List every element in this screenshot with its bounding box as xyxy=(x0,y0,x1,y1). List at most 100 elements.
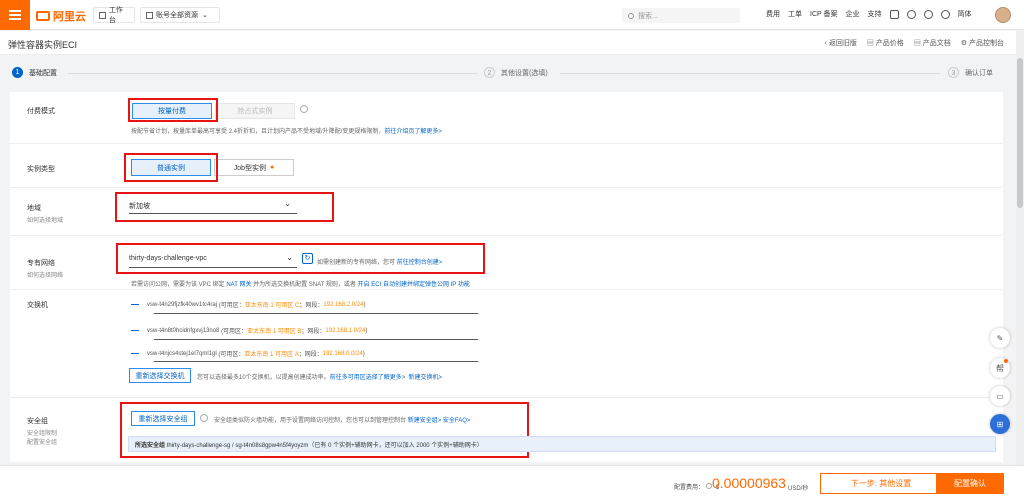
workbench-button[interactable]: 工作台 xyxy=(93,7,135,24)
product-docs-label: 产品文档 xyxy=(922,40,951,47)
back-old-version-link[interactable]: ‹ 返回旧版 xyxy=(825,38,857,48)
nat-gateway-link[interactable]: NAT 网关 xyxy=(226,282,251,288)
step-1-label: 基础配置 xyxy=(29,69,57,77)
region-help-link[interactable]: 如何选择地域 xyxy=(27,215,63,224)
new-vswitch-link[interactable]: 新建交换机> xyxy=(409,375,443,381)
reselect-vswitch-button[interactable]: 重新选择交换机 xyxy=(129,368,191,383)
security-group-label: 安全组 xyxy=(27,418,48,425)
vswitch-close-paren: ) xyxy=(362,350,365,357)
vswitch-zone-prefix: (可用区： xyxy=(221,329,248,335)
vpc-help-link[interactable]: 如何选择网络 xyxy=(27,270,63,279)
job-instance-button[interactable]: Job型实例 ● xyxy=(214,159,294,176)
top-nav-links: 费用 工单 ICP 备案 企业 支持 简体 xyxy=(766,9,972,19)
product-docs-link[interactable]: ▤ 产品文档 xyxy=(914,38,951,48)
price-unit: USD/秒 xyxy=(788,486,809,492)
step-2: 2 其他设置(选填) xyxy=(484,67,548,78)
search-icon xyxy=(628,12,634,19)
header-actions: ‹ 返回旧版 ▤ 产品价格 ▤ 产品文档 ⚙ 产品控制台 xyxy=(825,38,1004,48)
product-price-link[interactable]: ▤ 产品价格 xyxy=(867,38,904,48)
bulb-icon[interactable] xyxy=(923,9,933,19)
language-switch[interactable]: 简体 xyxy=(958,9,972,19)
bell-icon[interactable] xyxy=(906,9,916,19)
billing-note: 按配节省计划，按量库单最高可享受 2.4折折扣，且计划内产品不受地域/升降配/变… xyxy=(131,126,442,135)
account-selector[interactable]: 账号全部资源 ⌄ xyxy=(140,7,220,23)
vswitch-id: vsw-t4njcs4stej1el7qml1gl xyxy=(147,350,217,357)
vswitch-id: vsw-t4n8t0hcidnfgxvj13no8 xyxy=(147,327,220,334)
selected-sg-label: 所选安全组 xyxy=(135,442,166,449)
nav-link-enterprise[interactable]: 企业 xyxy=(846,9,860,19)
remove-icon[interactable] xyxy=(131,353,139,354)
avatar[interactable] xyxy=(995,7,1011,23)
nav-link-support[interactable]: 支持 xyxy=(868,9,882,19)
instance-type-section: 实例类型 普通实例 Job型实例 ● xyxy=(10,144,1003,188)
list-item[interactable]: vsw-t4n29fjzfk40wv1tc4raj (可用区： 亚太东南 1 可用… xyxy=(131,300,365,309)
vswitch-hint: 您可以选择最多10个交换机，以提高创建成功率。前往多可用区选择了解更多> 新建交… xyxy=(197,372,442,381)
vswitch-zone: 亚太东南 1 可用区 B xyxy=(247,329,302,335)
highlight-box xyxy=(124,153,218,182)
selected-sg-value: thirty-days-challenge-sg / sg-t4n08s8gpw… xyxy=(166,442,483,449)
selected-security-group: 所选安全组 thirty-days-challenge-sg / sg-t4n0… xyxy=(128,436,996,452)
page-title: 弹性容器实例ECI xyxy=(8,40,78,50)
vswitch-label: 交换机 xyxy=(27,302,48,309)
step-divider xyxy=(68,73,478,74)
vswitch-zone: 亚太东南 1 可用区 A xyxy=(244,352,299,358)
vswitch-hint-text: 您可以选择最多10个交换机，以提高创建成功率。 xyxy=(197,375,330,381)
back-old-version-label: 返回旧版 xyxy=(828,40,857,47)
list-item[interactable]: vsw-t4njcs4stej1el7qml1gl (可用区： 亚太东南 1 可用… xyxy=(131,349,365,358)
highlight-box xyxy=(116,243,485,274)
job-instance-label: Job型实例 xyxy=(233,164,267,172)
step-3-label: 确认订单 xyxy=(965,69,993,77)
step-divider xyxy=(560,73,940,74)
product-console-link[interactable]: ⚙ 产品控制台 xyxy=(961,38,1004,48)
menu-icon[interactable] xyxy=(0,0,30,30)
sg-config-link[interactable]: 配置安全组 xyxy=(27,437,57,446)
price-label-text: 配置费用： xyxy=(674,485,705,491)
nav-link-fees[interactable]: 费用 xyxy=(766,9,780,19)
search-input[interactable]: 搜索... xyxy=(622,8,740,23)
vpc-note: 若需访问公网，需要为该 VPC 绑定 NAT 网关 并为所选交换机配置 SNAT… xyxy=(131,279,470,288)
vpc-note-text: 若需访问公网，需要为该 VPC 绑定 xyxy=(131,282,225,288)
confirm-button[interactable]: 配置确认 xyxy=(936,473,1004,494)
order-footer: 配置费用： $ 0.00000963 USD/秒 下一步: 其他设置 配置确认 xyxy=(0,465,1024,501)
preemptible-button[interactable]: 抢占式实例 xyxy=(215,103,295,119)
next-step-button[interactable]: 下一步: 其他设置 xyxy=(820,473,942,494)
nav-link-icp[interactable]: ICP 备案 xyxy=(810,9,838,19)
chevron-down-icon: ⌄ xyxy=(202,12,208,19)
vswitch-net-prefix: ；网段： xyxy=(299,303,324,309)
vpc-section: 专有网络 如何选择网络 thirty-days-challenge-vpc ⌄ ↻… xyxy=(10,236,1003,290)
remove-icon[interactable] xyxy=(131,304,139,305)
vpc-note-text: 并为所选交换机配置 SNAT 规则，或者 xyxy=(253,282,356,288)
step-2-number: 2 xyxy=(484,67,495,78)
help-float-icon[interactable]: 帮 xyxy=(990,358,1010,378)
vswitch-zone-prefix: (可用区： xyxy=(218,352,245,358)
vswitch-cidr: 192.168.1.0/24 xyxy=(325,327,366,334)
vpc-label: 专有网络 xyxy=(27,260,55,267)
workbench-label: 工作台 xyxy=(108,7,123,24)
list-item[interactable]: vsw-t4n8t0hcidnfgxvj13no8 (可用区： 亚太东南 1 可用… xyxy=(131,326,367,335)
product-price-label: 产品价格 xyxy=(875,40,904,47)
billing-section: 付费模式 按量付费 抢占式实例 按配节省计划，按量库单最高可享受 2.4折折扣，… xyxy=(10,92,1003,144)
security-group-section: 安全组 安全组限制 配置安全组 重新选择安全组 安全组类似防火墙功能，用于设置网… xyxy=(10,398,1003,462)
step-indicator: 1 基础配置 2 其他设置(选填) 3 确认订单 xyxy=(0,63,1024,83)
eip-link[interactable]: 开启 ECI 自动创建并绑定弹性公网 IP 功能 xyxy=(358,282,470,288)
screen-icon[interactable] xyxy=(889,9,899,19)
step-3-number: 3 xyxy=(948,67,959,78)
aliyun-logo[interactable]: 阿里云 xyxy=(36,8,86,24)
step-2-label: 其他设置(选填) xyxy=(501,69,548,77)
help-icon[interactable] xyxy=(940,9,950,19)
edit-float-icon[interactable]: 编辑✎ xyxy=(990,328,1010,348)
apps-float-icon[interactable]: 应用⊞ xyxy=(990,414,1010,434)
message-float-icon[interactable]: 消息▭ xyxy=(990,386,1010,406)
sg-limit-link[interactable]: 安全组限制 xyxy=(27,428,57,437)
vswitch-section: 交换机 vsw-t4n29fjzfk40wv1tc4raj (可用区： 亚太东南 … xyxy=(10,290,1003,398)
remove-icon[interactable] xyxy=(131,330,139,331)
info-icon[interactable] xyxy=(300,105,308,113)
vswitch-net-prefix: ；网段： xyxy=(298,352,323,358)
instance-type-label: 实例类型 xyxy=(27,166,55,173)
notification-dot xyxy=(1004,359,1008,363)
multi-zone-link[interactable]: 前往多可用区选择了解更多> xyxy=(330,375,406,381)
nav-link-tickets[interactable]: 工单 xyxy=(788,9,802,19)
search-placeholder: 搜索... xyxy=(638,12,658,20)
billing-intro-link[interactable]: 前往介绍页了解更多> xyxy=(384,129,442,135)
scrollbar-thumb[interactable] xyxy=(1017,58,1023,208)
